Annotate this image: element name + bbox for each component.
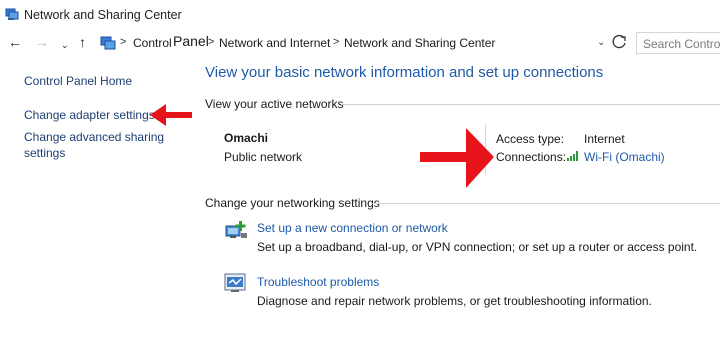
address-bar[interactable]: > Control Panel > Network and Internet >… xyxy=(98,32,606,54)
breadcrumb-separator[interactable]: > xyxy=(120,36,126,48)
breadcrumb-network-and-sharing-center[interactable]: Network and Sharing Center xyxy=(344,36,495,50)
back-arrow-icon[interactable]: ← xyxy=(8,34,22,50)
up-arrow-icon[interactable]: ↑ xyxy=(79,34,86,50)
navigation-bar: ← → ⌄ ↑ > Control Panel > Network and In… xyxy=(0,30,720,56)
address-control-panel-icon xyxy=(100,35,116,56)
section-divider xyxy=(372,203,720,204)
sidebar-item-change-adapter-settings[interactable]: Change adapter settings xyxy=(24,108,155,123)
active-networks-heading: View your active networks xyxy=(205,97,344,111)
breadcrumb-panel[interactable]: Panel xyxy=(173,33,209,49)
troubleshoot-icon xyxy=(224,273,246,298)
wifi-signal-icon xyxy=(566,149,581,167)
search-placeholder: Search Control xyxy=(643,37,720,51)
network-name: Omachi xyxy=(224,131,269,145)
networking-settings-heading: Change your networking settings xyxy=(205,196,380,210)
sidebar-item-change-advanced-sharing-settings[interactable]: settings xyxy=(24,146,65,161)
breadcrumb-separator[interactable]: > xyxy=(333,36,339,48)
address-dropdown-icon[interactable]: ⌄ xyxy=(597,37,605,48)
breadcrumb-network-and-internet[interactable]: Network and Internet xyxy=(219,36,330,50)
page-title: View your basic network information and … xyxy=(205,64,604,81)
breadcrumb-separator[interactable]: > xyxy=(208,36,214,48)
forward-arrow-icon[interactable]: → xyxy=(35,34,49,50)
troubleshoot-description: Diagnose and repair network problems, or… xyxy=(257,294,652,308)
setup-connection-link[interactable]: Set up a new connection or network xyxy=(257,221,448,235)
annotation-arrow-left xyxy=(150,104,192,126)
title-bar: Network and Sharing Center xyxy=(0,0,720,30)
refresh-icon[interactable] xyxy=(611,33,629,51)
network-type[interactable]: Public network xyxy=(224,150,302,164)
setup-connection-description: Set up a broadband, dial-up, or VPN conn… xyxy=(257,240,698,254)
access-type-value: Internet xyxy=(584,132,625,146)
troubleshoot-link[interactable]: Troubleshoot problems xyxy=(257,275,379,289)
recent-dropdown-icon[interactable]: ⌄ xyxy=(61,37,69,53)
sidebar-item-control-panel-home[interactable]: Control Panel Home xyxy=(24,74,132,89)
window-title: Network and Sharing Center xyxy=(24,8,182,22)
control-panel-icon xyxy=(5,7,19,26)
new-connection-icon xyxy=(224,220,248,247)
access-type-label: Access type: xyxy=(496,132,565,146)
connections-label: Connections: xyxy=(496,150,567,164)
sidebar-item-change-advanced-sharing[interactable]: Change advanced sharing xyxy=(24,130,164,145)
annotation-arrow-right xyxy=(420,128,494,188)
section-divider xyxy=(341,104,720,105)
breadcrumb-control[interactable]: Control xyxy=(133,36,172,50)
search-input[interactable]: Search Control xyxy=(636,32,720,54)
wifi-connection-link[interactable]: Wi-Fi (Omachi) xyxy=(584,150,665,164)
